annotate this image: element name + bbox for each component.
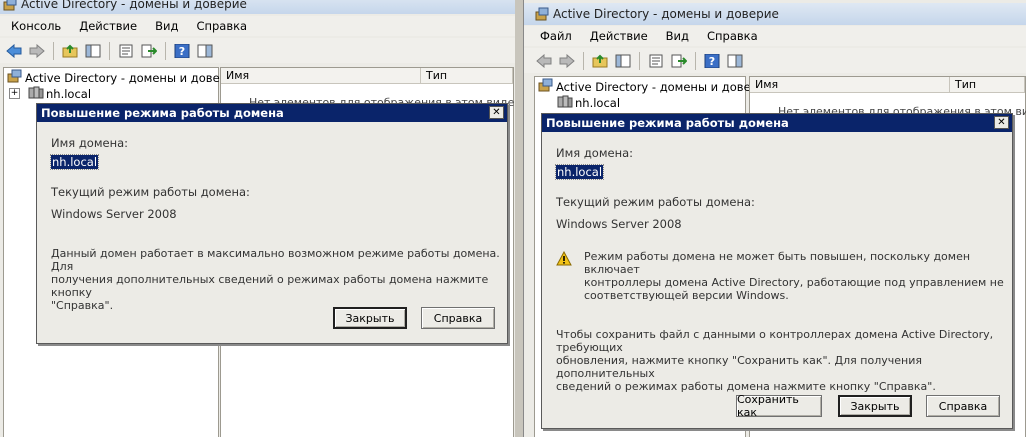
column-header-name[interactable]: Имя <box>221 68 421 84</box>
properties-icon[interactable] <box>646 51 666 71</box>
svg-text:?: ? <box>709 55 715 68</box>
info-line: Данный домен работает в максимально возм… <box>51 247 500 273</box>
domain-name-label: Имя домена: <box>556 146 634 160</box>
export-list-icon[interactable] <box>139 41 159 61</box>
current-level-label: Текущий режим работы домена: <box>556 195 755 209</box>
toolbar-separator <box>583 51 584 70</box>
forward-arrow-icon[interactable] <box>557 51 577 71</box>
ad-domains-icon <box>7 69 25 86</box>
tree-root-label: Active Directory - домены и доверие [ <box>556 79 781 94</box>
back-arrow-icon[interactable] <box>534 51 554 71</box>
help-button[interactable]: Справка <box>421 307 495 329</box>
back-arrow-icon[interactable] <box>4 41 24 61</box>
toolbar-separator <box>639 51 640 70</box>
left-toolbar: ? <box>0 38 515 63</box>
info-line: обновления, нажмите кнопку "Сохранить ка… <box>556 354 922 380</box>
info-line: получения дополнительных сведений о режи… <box>51 273 489 299</box>
domain-icon <box>28 85 46 102</box>
up-folder-icon[interactable] <box>590 51 610 71</box>
show-action-pane-icon[interactable] <box>195 41 215 61</box>
tree-domain-row[interactable]: nh.local <box>557 94 620 111</box>
menu-console[interactable]: Консоль <box>2 19 70 33</box>
menu-action[interactable]: Действие <box>70 19 146 33</box>
left-menu-bar: Консоль Действие Вид Справка <box>0 16 515 36</box>
screenshot-divider <box>515 0 523 437</box>
info-message: Данный домен работает в максимально возм… <box>51 247 507 312</box>
svg-text:?: ? <box>179 45 185 58</box>
domain-name-value[interactable]: nh.local <box>49 154 100 170</box>
right-toolbar: ? <box>524 48 1026 73</box>
toolbar-separator <box>109 41 110 60</box>
close-button[interactable]: Закрыть <box>333 307 407 329</box>
ad-domains-icon <box>538 78 556 95</box>
menu-help[interactable]: Справка <box>187 19 256 33</box>
menu-file[interactable]: Файл <box>526 29 581 43</box>
right-window-title: Active Directory - домены и доверие <box>553 7 779 21</box>
toolbar-separator <box>165 41 166 60</box>
column-header-name[interactable]: Имя <box>750 77 950 93</box>
left-mmc-window: Active Directory - домены и доверие Конс… <box>0 0 515 437</box>
show-hide-tree-icon[interactable] <box>83 41 103 61</box>
expand-plus-icon[interactable]: + <box>9 88 20 99</box>
close-icon[interactable]: ✕ <box>489 106 504 119</box>
current-level-value: Windows Server 2008 <box>556 217 682 231</box>
left-window-title: Active Directory - домены и доверие <box>21 0 247 11</box>
tree-root-row[interactable]: Active Directory - домены и доверие [ <box>7 69 250 86</box>
info-line: Чтобы сохранить файл с данными о контрол… <box>556 328 994 354</box>
up-folder-icon[interactable] <box>60 41 80 61</box>
warning-icon <box>556 250 572 269</box>
show-action-pane-icon[interactable] <box>725 51 745 71</box>
tree-domain-label: nh.local <box>46 86 92 101</box>
right-mmc-window: Active Directory - домены и доверие Файл… <box>523 0 1026 437</box>
close-button[interactable]: Закрыть <box>838 395 912 417</box>
left-raise-level-dialog: Повышение режима работы домена ✕ Имя дом… <box>36 103 508 344</box>
help-button[interactable]: Справка <box>926 395 1000 417</box>
close-icon[interactable]: ✕ <box>994 116 1009 129</box>
tree-root-label: Active Directory - домены и доверие [ <box>25 70 250 85</box>
tree-root-row[interactable]: Active Directory - домены и доверие [ <box>538 78 781 95</box>
tree-domain-label: nh.local <box>575 95 621 110</box>
info-line: сведений о режимах работы домена нажмите… <box>556 380 936 393</box>
save-info-message: Чтобы сохранить файл с данными о контрол… <box>556 328 1012 393</box>
tree-domain-row[interactable]: + nh.local <box>9 85 91 102</box>
right-title-bar: Active Directory - домены и доверие <box>524 3 1026 25</box>
ad-domains-icon <box>535 7 549 21</box>
menu-help[interactable]: Справка <box>698 29 767 43</box>
current-level-label: Текущий режим работы домена: <box>51 185 250 199</box>
right-dialog-title: Повышение режима работы домена <box>542 114 1012 132</box>
right-menu-bar: Файл Действие Вид Справка <box>524 26 1026 46</box>
export-list-icon[interactable] <box>669 51 689 71</box>
menu-action[interactable]: Действие <box>581 29 657 43</box>
warning-line: соответствующей версии Windows. <box>584 289 789 302</box>
column-header-type[interactable]: Тип <box>950 77 1025 93</box>
right-raise-level-dialog: Повышение режима работы домена ✕ Имя дом… <box>541 113 1013 429</box>
show-hide-tree-icon[interactable] <box>613 51 633 71</box>
menu-view[interactable]: Вид <box>146 19 187 33</box>
column-header-type[interactable]: Тип <box>421 68 513 84</box>
save-as-button[interactable]: Сохранить как <box>736 393 822 419</box>
left-title-bar: Active Directory - домены и доверие <box>0 0 515 14</box>
warning-message: Режим работы домена не может быть повыше… <box>584 250 1012 302</box>
ad-domains-icon <box>3 0 17 11</box>
left-dialog-title: Повышение режима работы домена <box>37 104 507 122</box>
domain-name-value[interactable]: nh.local <box>554 164 605 180</box>
warning-line: контроллеры домена Active Directory, раб… <box>584 276 1004 289</box>
toolbar-separator <box>53 41 54 60</box>
toolbar-separator <box>695 51 696 70</box>
domain-name-label: Имя домена: <box>51 136 129 150</box>
help-icon[interactable]: ? <box>172 41 192 61</box>
help-icon[interactable]: ? <box>702 51 722 71</box>
current-level-value: Windows Server 2008 <box>51 207 177 221</box>
warning-line: Режим работы домена не может быть повыше… <box>584 250 971 276</box>
forward-arrow-icon[interactable] <box>27 41 47 61</box>
properties-icon[interactable] <box>116 41 136 61</box>
menu-view[interactable]: Вид <box>657 29 698 43</box>
domain-icon <box>557 94 575 111</box>
